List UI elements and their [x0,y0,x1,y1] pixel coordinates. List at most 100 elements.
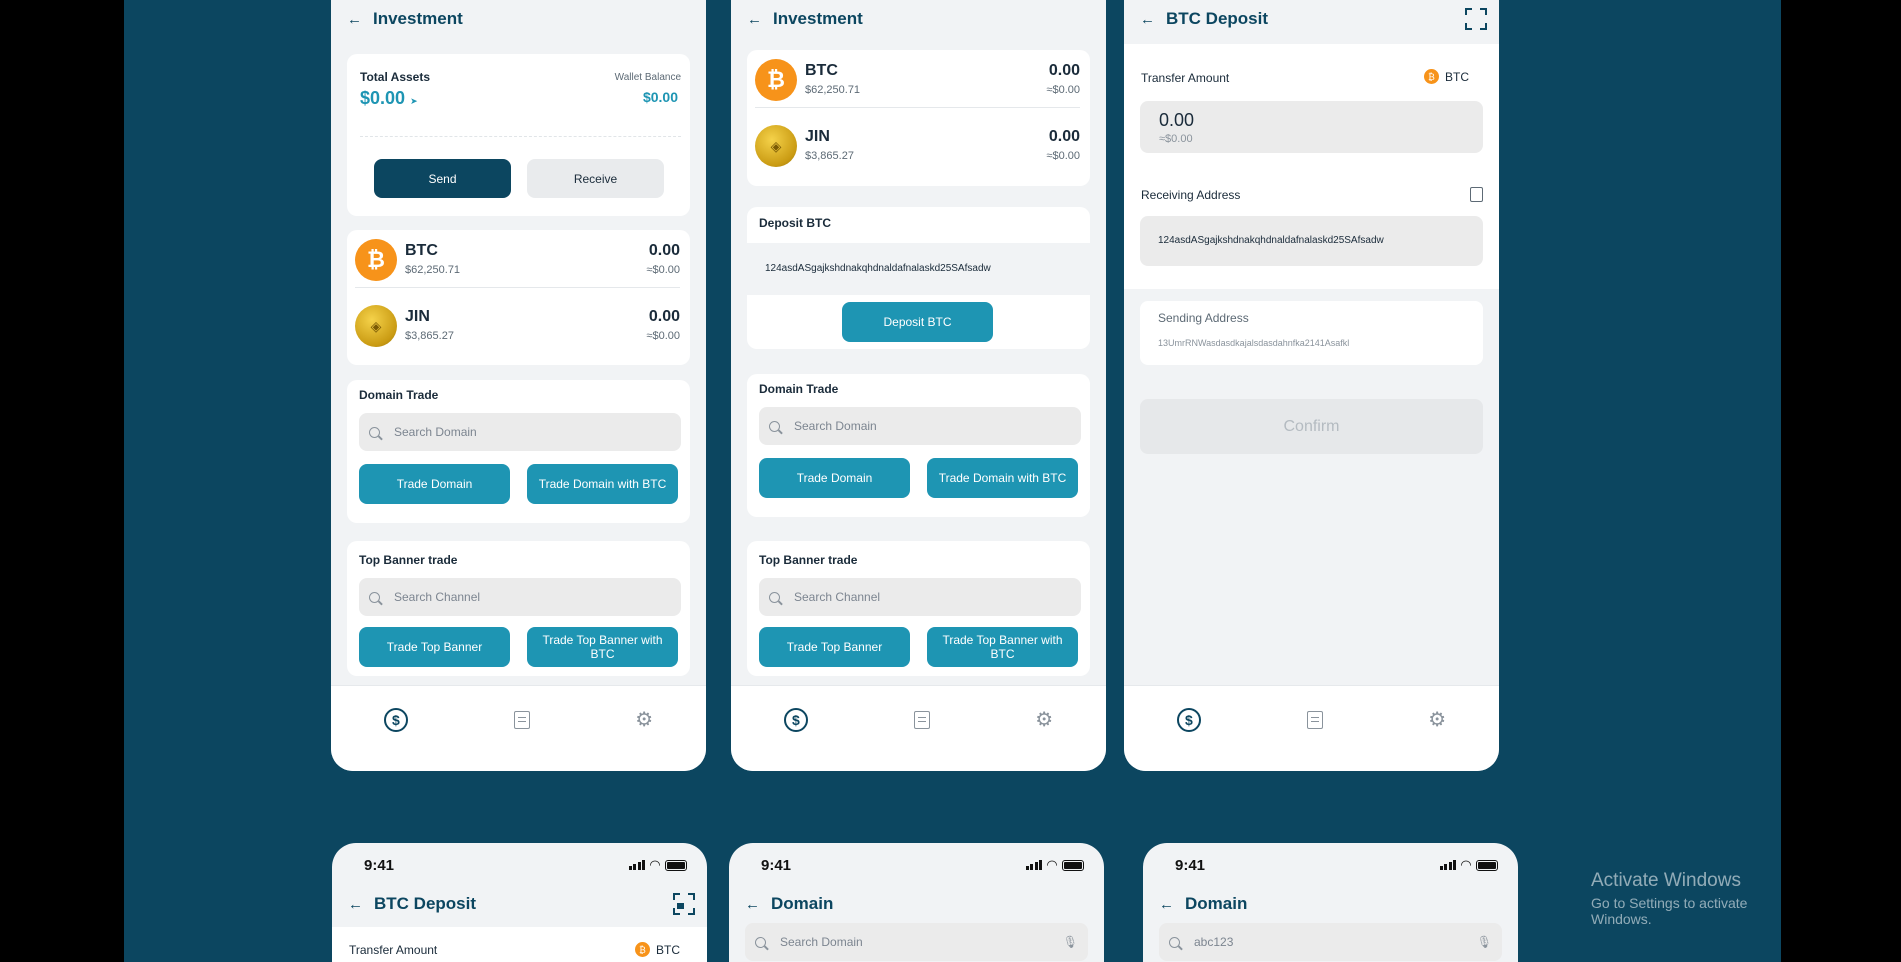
gear-icon[interactable]: ⚙ [1428,707,1446,732]
bitcoin-icon: ₿ [1424,69,1439,84]
domain-trade-title: Domain Trade [359,388,439,402]
currency-selector[interactable]: ₿ BTC [1424,69,1469,84]
channel-search-input[interactable]: Search Channel [759,578,1081,616]
coin-row-btc[interactable]: ₿ BTC $62,250.71 0.00 ≈$0.00 [755,52,1080,108]
bottom-nav: $ ⚙ [731,685,1106,771]
banner-trade-card: Top Banner trade Search Channel Trade To… [347,541,690,676]
banner-trade-card: Top Banner trade Search Channel Trade To… [747,541,1090,676]
status-bar: 9:41 ◠ [729,843,1104,887]
back-arrow-icon[interactable]: ← [1140,11,1160,28]
battery-icon [1476,859,1498,871]
page-title: BTC Deposit [374,894,476,913]
deposit-btc-button[interactable]: Deposit BTC [842,302,993,342]
back-arrow-icon[interactable]: ← [745,896,765,913]
scan-icon[interactable] [1465,8,1487,30]
header: ← Investment [731,0,1106,38]
document-icon[interactable] [513,710,530,729]
trade-domain-btc-button[interactable]: Trade Domain with BTC [927,458,1078,498]
back-arrow-icon[interactable]: ← [1159,896,1179,913]
domain-trade-title: Domain Trade [759,382,839,396]
back-arrow-icon[interactable]: ← [348,896,368,913]
investment-deposit-screen: ← Investment ₿ BTC $62,250.71 0.00 ≈$0.00 … [731,0,1106,771]
header: ← BTC Deposit [1124,0,1499,38]
sending-address-field[interactable]: Sending Address 13UmrRNWasdasdkajalsdasd… [1140,301,1483,365]
banner-trade-title: Top Banner trade [359,553,458,567]
wifi-icon: ◠ [1461,857,1471,872]
clock: 9:41 [364,856,395,874]
divider [360,136,681,137]
coin-row-jin[interactable]: ◈ JIN $3,865.27 0.00 ≈$0.00 [755,118,1080,174]
bottom-nav: $ ⚙ [331,685,706,771]
trade-top-banner-btc-button[interactable]: Trade Top Banner with BTC [927,627,1078,667]
header: ← BTC Deposit [332,887,707,921]
domain-search-input[interactable]: Search Domain [759,407,1081,445]
total-assets-value: $0.00 ➤ [360,88,418,108]
gear-icon[interactable]: ⚙ [1035,707,1053,732]
battery-icon [1062,859,1084,871]
signal-icon [628,860,645,870]
receiving-address-label: Receiving Address [1141,188,1241,202]
transfer-amount-label: Transfer Amount [1141,71,1230,85]
back-arrow-icon[interactable]: ← [347,11,367,28]
deposit-address[interactable]: 124asdASgajkshdnakqhdnaldafnalaskd25SAfs… [765,263,991,274]
dollar-icon[interactable]: $ [783,707,808,732]
back-arrow-icon[interactable]: ← [747,11,767,28]
btc-deposit-screen-2: 9:41 ◠ ← BTC Deposit Transfer Amount ₿ BT… [332,843,707,962]
gear-icon[interactable]: ⚙ [635,707,653,732]
page-title: Domain [771,894,834,913]
transfer-amount-label: Transfer Amount [349,943,438,957]
page-title: Investment [773,9,863,28]
send-button[interactable]: Send [374,159,511,198]
receive-button[interactable]: Receive [527,159,664,198]
receiving-address-field[interactable]: 124asdASgajkshdnakqhdnaldafnalaskd25SAfs… [1140,216,1483,266]
windows-activation-watermark: Activate Windows Go to Settings to activ… [1591,870,1781,927]
domain-screen: 9:41 ◠ ← Domain Search Domain 🎙 [729,843,1104,962]
dollar-icon[interactable]: $ [1176,707,1201,732]
trade-top-banner-button[interactable]: Trade Top Banner [759,627,910,667]
search-icon [369,426,380,438]
transfer-section: Transfer Amount ₿ BTC 0.00 ≈$0.00 Receivi… [1124,44,1499,289]
trade-domain-button[interactable]: Trade Domain [759,458,910,498]
contacts-icon[interactable] [1470,187,1483,202]
design-canvas: ← Investment Total Assets $0.00 ➤ Wallet… [124,0,1781,962]
wallet-balance-label: Wallet Balance [614,72,681,83]
confirm-button[interactable]: Confirm [1140,399,1483,454]
currency-selector[interactable]: ₿ BTC [635,942,680,957]
transfer-section: Transfer Amount ₿ BTC [332,927,707,962]
bitcoin-icon: ₿ [355,238,397,281]
coin-row-jin[interactable]: ◈ JIN $3,865.27 0.00 ≈$0.00 [355,298,680,354]
amount-input[interactable]: 0.00 ≈$0.00 [1140,101,1483,153]
header: ← Investment [331,0,706,38]
trade-domain-button[interactable]: Trade Domain [359,464,510,504]
search-icon [769,420,780,432]
document-icon[interactable] [913,710,930,729]
signal-icon [1025,860,1042,870]
document-icon[interactable] [1306,710,1323,729]
coin-row-btc[interactable]: ₿ BTC $62,250.71 0.00 ≈$0.00 [355,232,680,288]
scan-icon[interactable] [673,893,695,915]
microphone-icon: 🎙 [1476,935,1492,949]
trade-top-banner-btc-button[interactable]: Trade Top Banner with BTC [527,627,678,667]
channel-search-input[interactable]: Search Channel [359,578,681,616]
domain-search-screen: 9:41 ◠ ← Domain abc123 🎙 [1143,843,1518,962]
trade-domain-btc-button[interactable]: Trade Domain with BTC [527,464,678,504]
dollar-icon[interactable]: $ [383,707,408,732]
wifi-icon: ◠ [1047,857,1057,872]
banner-trade-title: Top Banner trade [759,553,858,567]
status-bar: 9:41 ◠ [1143,843,1518,887]
deposit-card: Deposit BTC 124asdASgajkshdnakqhdnaldafn… [747,207,1090,349]
domain-search-input[interactable]: Search Domain 🎙 [745,923,1088,961]
microphone-icon: 🎙 [1062,935,1078,949]
btc-deposit-screen: ← BTC Deposit Transfer Amount ₿ BTC 0.00 … [1124,0,1499,771]
battery-icon [665,859,687,871]
trade-top-banner-button[interactable]: Trade Top Banner [359,627,510,667]
page-title: BTC Deposit [1166,9,1268,28]
domain-search-input[interactable]: Search Domain [359,413,681,451]
total-assets-label: Total Assets [360,70,431,84]
deposit-card-title: Deposit BTC [759,216,831,230]
search-icon [1169,936,1180,948]
investment-screen: ← Investment Total Assets $0.00 ➤ Wallet… [331,0,706,771]
bitcoin-icon: ₿ [635,942,650,957]
domain-search-input[interactable]: abc123 🎙 [1159,923,1502,961]
bitcoin-icon: ₿ [755,58,797,101]
